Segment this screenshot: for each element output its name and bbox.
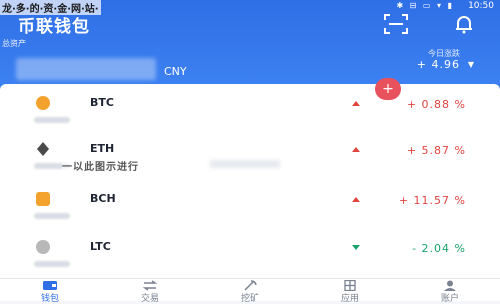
status-time: 10:50 (468, 1, 494, 11)
total-asset-value (16, 58, 156, 80)
tab-label: 应用 (340, 294, 359, 304)
overlay-text: 一以此图示进行 (62, 158, 139, 173)
mining-icon (244, 280, 257, 291)
coin-balance (34, 261, 70, 267)
coin-row-ltc[interactable]: LTC - 2.04 % (0, 232, 500, 278)
tab-exchange[interactable]: 交易 (100, 279, 200, 304)
tab-label: 账户 (440, 294, 459, 304)
app-title: 币联钱包 (18, 17, 90, 37)
coin-row-bch[interactable]: BCH + 11.57 % (0, 184, 500, 230)
trend-up-icon (352, 147, 360, 152)
total-asset-label: 总资产 (2, 39, 26, 48)
tab-mining[interactable]: 挖矿 (200, 279, 300, 304)
coin-name: BCH (90, 192, 116, 205)
change-arrow-icon: ▼ (467, 60, 474, 69)
exchange-icon (142, 280, 158, 291)
bitcoin-icon (36, 96, 50, 110)
scan-icon[interactable] (384, 14, 408, 34)
tab-wallet[interactable]: 钱包 (0, 279, 100, 304)
coin-row-eth[interactable]: ETH + 5.87 % (0, 134, 500, 180)
tab-label: 钱包 (40, 294, 59, 304)
bitcoin-cash-icon (36, 192, 50, 206)
asset-unit: CNY (164, 65, 187, 78)
trend-down-icon (352, 245, 360, 250)
tab-account[interactable]: 账户 (400, 279, 500, 304)
tab-apps[interactable]: 应用 (300, 279, 400, 304)
coin-name: BTC (90, 96, 114, 109)
banner-text: 龙·多·的·资·金·网·站· (0, 0, 101, 15)
account-icon (444, 280, 456, 291)
coin-change: + 0.88 % (406, 98, 466, 111)
coin-name: ETH (90, 142, 115, 155)
status-icons: ✱ ⊟ ▭ ▾ ▮ (396, 1, 454, 10)
trend-up-icon (352, 197, 360, 202)
add-asset-button[interactable]: + (375, 78, 401, 100)
bell-icon[interactable] (452, 12, 476, 36)
overlay-blur (210, 160, 280, 168)
coin-balance (34, 213, 70, 219)
trend-up-icon (352, 101, 360, 106)
bottom-tab-bar: 钱包 交易 挖矿 应用 账户 (0, 278, 500, 304)
ethereum-icon (37, 142, 49, 156)
apps-icon (344, 280, 356, 291)
today-change-value: + 4.96 (416, 58, 460, 71)
wallet-icon (43, 281, 57, 290)
coin-name: LTC (90, 240, 111, 253)
litecoin-icon (36, 240, 50, 254)
coin-change: + 11.57 % (398, 194, 466, 207)
coin-list: BTC + 0.88 % ETH + 5.87 % BCH + 11.57 % … (0, 84, 500, 278)
coin-change: + 5.87 % (406, 144, 466, 157)
coin-change: - 2.04 % (412, 242, 466, 255)
tab-label: 交易 (140, 294, 159, 304)
tab-label: 挖矿 (240, 294, 259, 304)
coin-row-btc[interactable]: BTC + 0.88 % (0, 88, 500, 134)
coin-balance (34, 117, 70, 123)
